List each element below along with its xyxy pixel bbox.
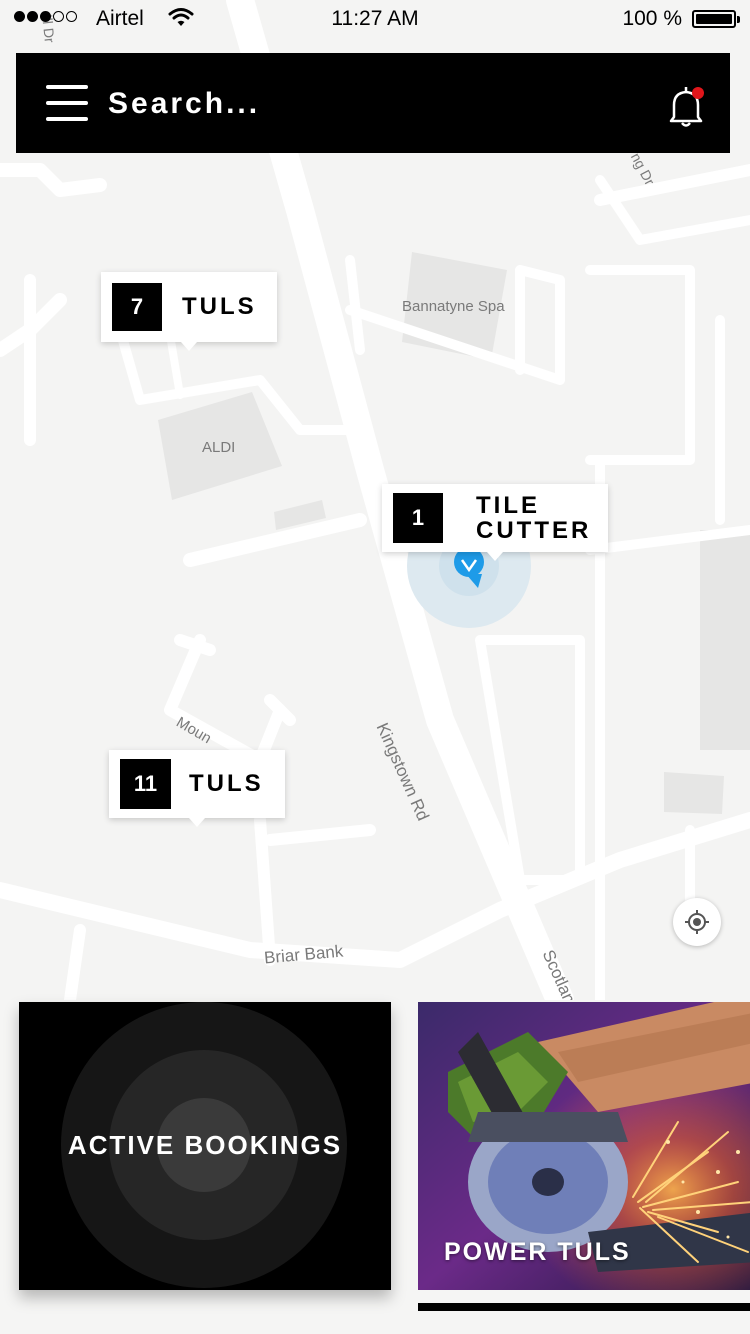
marker-count: 11 xyxy=(120,759,171,809)
notification-bell-icon[interactable] xyxy=(666,83,706,129)
locate-me-button[interactable] xyxy=(673,898,721,946)
search-bar xyxy=(16,53,730,153)
map-label-aldi: ALDI xyxy=(202,439,236,456)
marker-label: TULS xyxy=(182,293,257,321)
crosshair-icon xyxy=(685,910,709,934)
marker-label-group: TILE CUTTER xyxy=(476,491,592,544)
status-bar: Airtel 11:27 AM 100 % xyxy=(0,0,750,40)
map-label-spa: Bannatyne Spa xyxy=(402,298,505,315)
map-marker-tuls-11[interactable]: 11 TULS xyxy=(109,750,285,827)
marker-label-line2: CUTTER xyxy=(476,517,592,544)
notification-dot xyxy=(692,87,704,99)
battery-icon xyxy=(692,10,740,28)
power-tools-card[interactable]: POWER TULS xyxy=(418,1002,750,1290)
marker-count: 1 xyxy=(393,493,443,543)
map-marker-tuls-7[interactable]: 7 TULS xyxy=(101,272,277,351)
marker-label-line1: TILE xyxy=(476,491,540,519)
card-carousel-indicator xyxy=(418,1303,750,1311)
active-bookings-title: ACTIVE BOOKINGS xyxy=(67,1130,343,1160)
map-marker-tile-cutter[interactable]: 1 TILE CUTTER xyxy=(382,484,608,561)
search-input[interactable] xyxy=(106,77,610,131)
marker-count: 7 xyxy=(112,283,162,331)
power-tools-title: POWER TULS xyxy=(444,1238,631,1266)
marker-label: TULS xyxy=(189,770,264,798)
active-bookings-card[interactable]: ACTIVE BOOKINGS xyxy=(19,1002,391,1290)
hamburger-menu-icon[interactable] xyxy=(46,85,88,121)
battery-percentage: 100 % xyxy=(622,7,682,30)
